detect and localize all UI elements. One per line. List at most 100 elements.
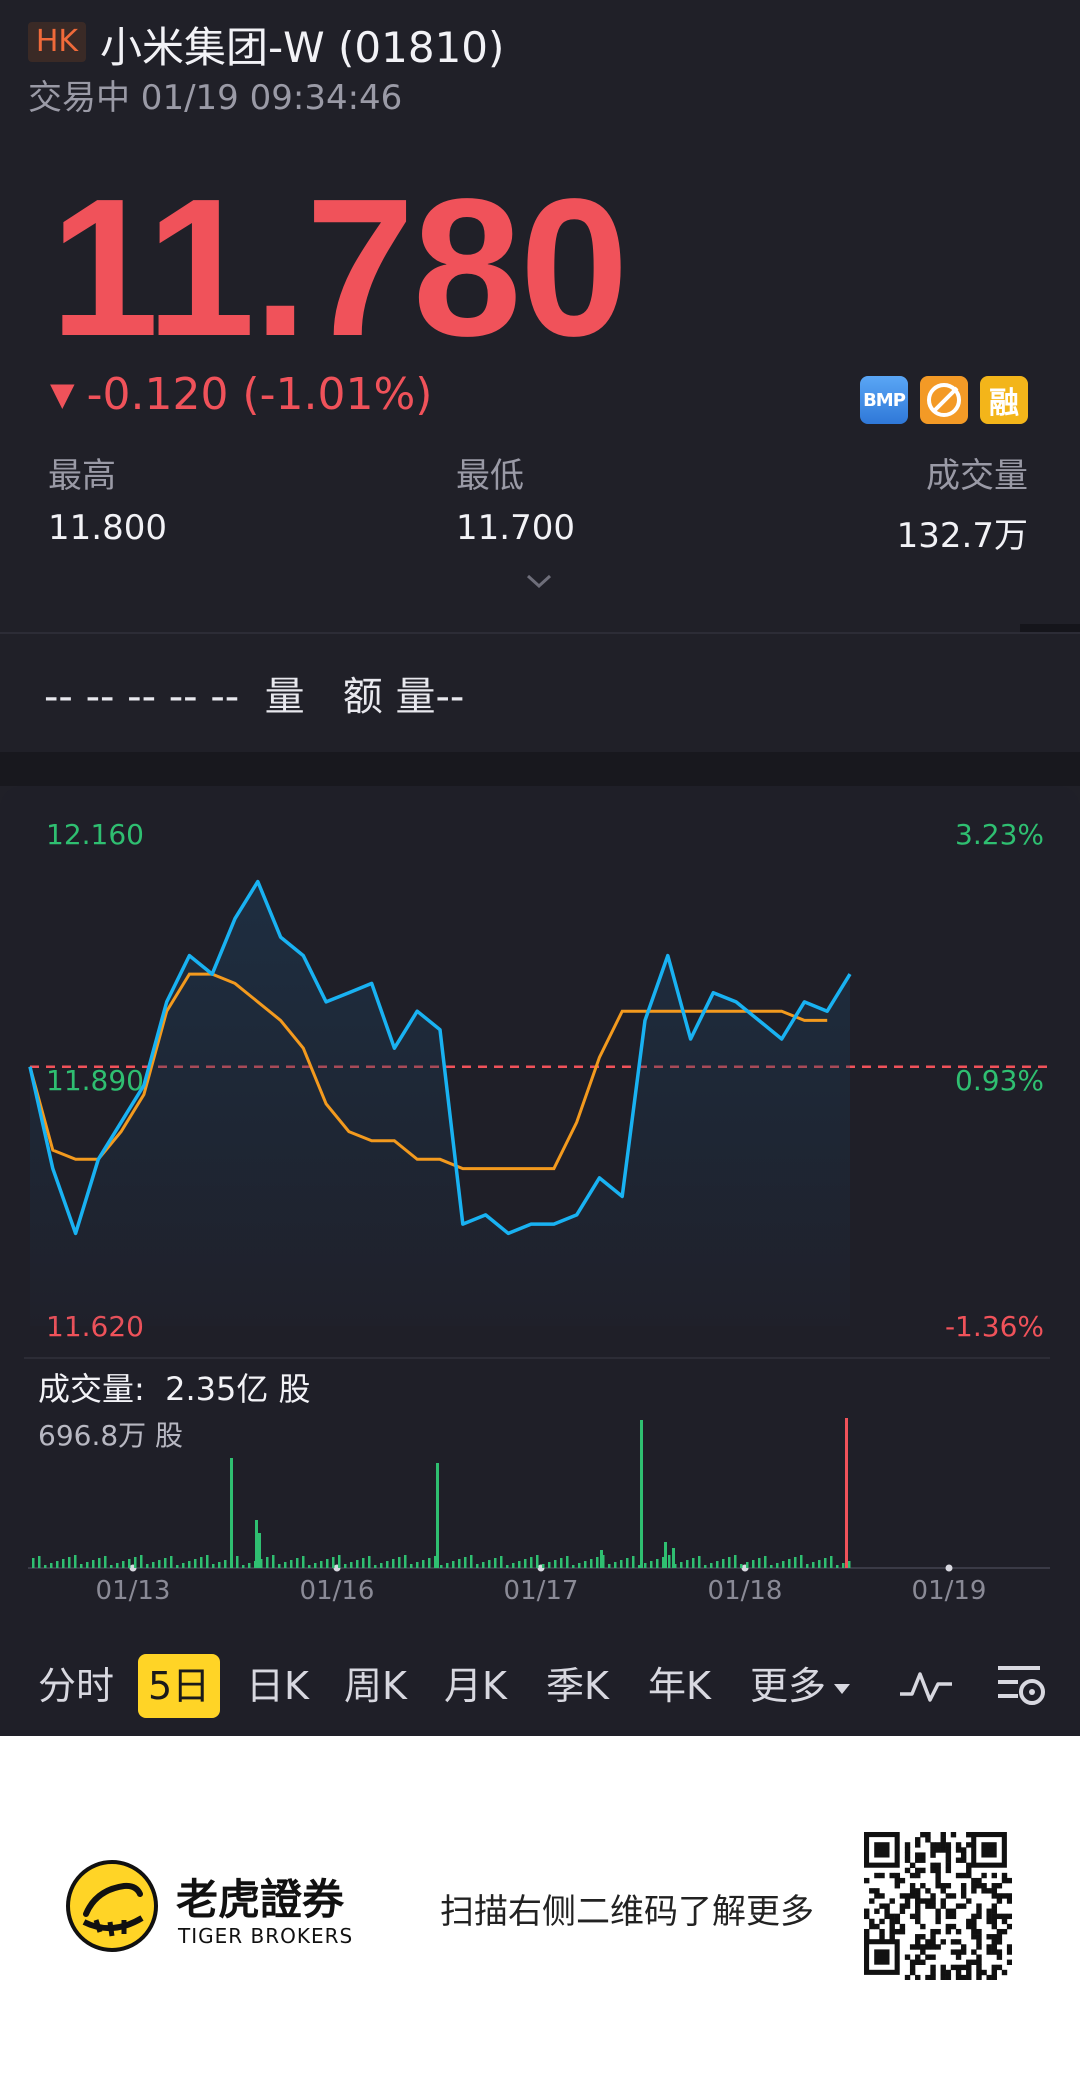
volume-bar: [794, 1557, 797, 1568]
stat-high-value: 11.800: [48, 508, 167, 548]
volume-bar: [255, 1520, 258, 1568]
volume-bar: [182, 1563, 185, 1568]
volume-bar: [620, 1560, 623, 1568]
volume-bar: [194, 1559, 197, 1568]
volume-bar: [386, 1561, 389, 1568]
volume-bar: [716, 1561, 719, 1568]
volume-bar: [572, 1565, 575, 1568]
price-chart[interactable]: [0, 786, 1080, 1586]
volume-bar: [258, 1533, 261, 1568]
volume-bar: [458, 1559, 461, 1568]
stat-volume-label: 成交量: [926, 456, 1028, 496]
volume-bar: [548, 1562, 551, 1568]
volume-bar: [842, 1563, 845, 1568]
volume-bar: [848, 1561, 851, 1568]
volume-bar: [74, 1555, 77, 1568]
price-change: ▼ -0.120 (-1.01%): [50, 366, 432, 422]
volume-title: 成交量: 2.35亿 股: [38, 1370, 311, 1408]
volume-bar: [266, 1557, 269, 1568]
tab-intraday[interactable]: 分时: [38, 1654, 114, 1718]
volume-bar: [536, 1555, 539, 1568]
volume-bar: [80, 1564, 83, 1568]
volume-bar: [332, 1557, 335, 1568]
volume-bar: [248, 1563, 251, 1568]
volume-bar: [664, 1542, 667, 1568]
margin-badge[interactable]: 融: [980, 376, 1028, 424]
volume-bar: [482, 1562, 485, 1568]
volume-bar: [452, 1561, 455, 1568]
volume-bar: [32, 1558, 35, 1568]
chevron-down-icon[interactable]: [524, 566, 554, 596]
volume-bar: [584, 1561, 587, 1568]
volume-bar: [812, 1562, 815, 1568]
settings-icon[interactable]: [996, 1662, 1048, 1710]
period-tabs: 分时 5日 日K 周K 月K 季K 年K 更多: [0, 1636, 1080, 1736]
brand-name-cn: 老虎證券: [176, 1875, 345, 1924]
divider: [1020, 624, 1080, 632]
volume-bar: [308, 1565, 311, 1568]
feature-badges: BMP 融: [860, 376, 1028, 424]
tab-yearly-k[interactable]: 年K: [648, 1654, 711, 1718]
volume-bar: [152, 1562, 155, 1568]
volume-bar: [278, 1564, 281, 1568]
volume-bar: [338, 1555, 341, 1568]
volume-bar: [98, 1558, 101, 1568]
volume-bar: [164, 1558, 167, 1568]
volume-bar: [494, 1558, 497, 1568]
volume-bar: [728, 1557, 731, 1568]
volume-bar: [818, 1560, 821, 1568]
volume-bar: [104, 1556, 107, 1568]
volume-bar: [626, 1558, 629, 1568]
volume-bar: [50, 1563, 53, 1568]
volume-bar: [380, 1563, 383, 1568]
volume-bar: [640, 1420, 643, 1568]
volume-bar: [764, 1556, 767, 1568]
volume-bar: [740, 1564, 743, 1568]
volume-bar: [600, 1550, 603, 1568]
price-area: [30, 881, 850, 1326]
volume-bar: [776, 1563, 779, 1568]
volume-bar: [752, 1560, 755, 1568]
bmp-badge[interactable]: BMP: [860, 376, 908, 424]
volume-bar: [410, 1564, 413, 1568]
volume-bar: [392, 1559, 395, 1568]
tab-5day[interactable]: 5日: [138, 1654, 221, 1718]
tab-quarterly-k[interactable]: 季K: [546, 1654, 609, 1718]
volume-bar: [680, 1562, 683, 1568]
volume-bar: [62, 1559, 65, 1568]
volume-bar: [314, 1563, 317, 1568]
volume-bar: [436, 1463, 439, 1568]
tiger-logo-icon: [66, 1860, 158, 1952]
info-strip: -- -- -- -- -- 量 额 量--: [0, 634, 1080, 752]
stock-name[interactable]: 小米集团-W (01810): [100, 14, 504, 75]
volume-bar: [542, 1564, 545, 1568]
volume-bar: [578, 1563, 581, 1568]
indicator-icon[interactable]: [898, 1666, 954, 1706]
volume-bar: [788, 1559, 791, 1568]
tab-daily-k[interactable]: 日K: [246, 1654, 309, 1718]
tab-more[interactable]: 更多: [750, 1654, 851, 1718]
stat-volume-value: 132.7万: [896, 516, 1028, 556]
volume-bar: [692, 1558, 695, 1568]
volume-bar: [770, 1565, 773, 1568]
date-label: 01/17: [503, 1576, 579, 1606]
volume-bar: [218, 1562, 221, 1568]
volume-bar: [416, 1562, 419, 1568]
volume-bar: [236, 1556, 239, 1568]
volume-bar: [644, 1563, 647, 1568]
no-short-icon[interactable]: [920, 376, 968, 424]
volume-bar: [512, 1563, 515, 1568]
volume-bar: [464, 1557, 467, 1568]
volume-bar: [440, 1565, 443, 1568]
date-label: 01/16: [299, 1576, 375, 1606]
volume-bar: [68, 1557, 71, 1568]
volume-bar: [284, 1562, 287, 1568]
volume-bar: [470, 1555, 473, 1568]
volume-bar: [92, 1560, 95, 1568]
volume-bar: [836, 1565, 839, 1568]
volume-bar: [230, 1458, 233, 1568]
volume-bar: [296, 1558, 299, 1568]
tab-monthly-k[interactable]: 月K: [444, 1654, 507, 1718]
volume-bar: [350, 1562, 353, 1568]
tab-weekly-k[interactable]: 周K: [344, 1654, 407, 1718]
